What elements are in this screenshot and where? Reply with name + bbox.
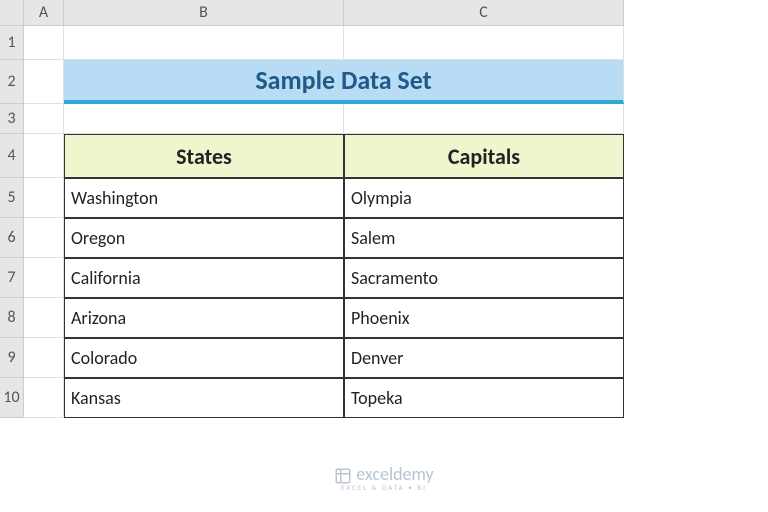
- spreadsheet-icon: [334, 467, 352, 485]
- cell-state-0[interactable]: Washington: [64, 178, 344, 218]
- row-header-7[interactable]: 7: [0, 258, 24, 298]
- cell-c1[interactable]: [344, 26, 624, 60]
- watermark-name: exceldemy: [356, 463, 433, 485]
- cell-state-3[interactable]: Arizona: [64, 298, 344, 338]
- row-header-5[interactable]: 5: [0, 178, 24, 218]
- cell-a7[interactable]: [24, 258, 64, 298]
- header-states[interactable]: States: [64, 134, 344, 178]
- select-all-corner[interactable]: [0, 0, 24, 26]
- cell-capital-0[interactable]: Olympia: [344, 178, 624, 218]
- row-header-6[interactable]: 6: [0, 218, 24, 258]
- col-header-b[interactable]: B: [64, 0, 344, 26]
- header-capitals[interactable]: Capitals: [344, 134, 624, 178]
- cell-state-5[interactable]: Kansas: [64, 378, 344, 418]
- row-header-8[interactable]: 8: [0, 298, 24, 338]
- row-header-2[interactable]: 2: [0, 60, 24, 104]
- row-header-3[interactable]: 3: [0, 104, 24, 134]
- row-header-1[interactable]: 1: [0, 26, 24, 60]
- cell-capital-3[interactable]: Phoenix: [344, 298, 624, 338]
- cell-a8[interactable]: [24, 298, 64, 338]
- cell-capital-4[interactable]: Denver: [344, 338, 624, 378]
- watermark-tagline: EXCEL & DATA • BI: [0, 483, 768, 492]
- row-header-4[interactable]: 4: [0, 134, 24, 178]
- row-header-10[interactable]: 10: [0, 378, 24, 418]
- cell-a3[interactable]: [24, 104, 64, 134]
- cell-a9[interactable]: [24, 338, 64, 378]
- cell-state-2[interactable]: California: [64, 258, 344, 298]
- cell-a6[interactable]: [24, 218, 64, 258]
- cell-a10[interactable]: [24, 378, 64, 418]
- cell-state-4[interactable]: Colorado: [64, 338, 344, 378]
- cell-b1[interactable]: [64, 26, 344, 60]
- spreadsheet-grid: A B C 1 2 Sample Data Set 3 4 States Cap…: [0, 0, 768, 418]
- row-header-9[interactable]: 9: [0, 338, 24, 378]
- cell-a1[interactable]: [24, 26, 64, 60]
- cell-capital-5[interactable]: Topeka: [344, 378, 624, 418]
- title-cell[interactable]: Sample Data Set: [64, 60, 624, 104]
- watermark: exceldemy EXCEL & DATA • BI: [0, 463, 768, 492]
- cell-b3[interactable]: [64, 104, 344, 134]
- cell-c3[interactable]: [344, 104, 624, 134]
- col-header-c[interactable]: C: [344, 0, 624, 26]
- col-header-a[interactable]: A: [24, 0, 64, 26]
- cell-capital-2[interactable]: Sacramento: [344, 258, 624, 298]
- cell-state-1[interactable]: Oregon: [64, 218, 344, 258]
- cell-capital-1[interactable]: Salem: [344, 218, 624, 258]
- cell-a5[interactable]: [24, 178, 64, 218]
- cell-a2[interactable]: [24, 60, 64, 104]
- cell-a4[interactable]: [24, 134, 64, 178]
